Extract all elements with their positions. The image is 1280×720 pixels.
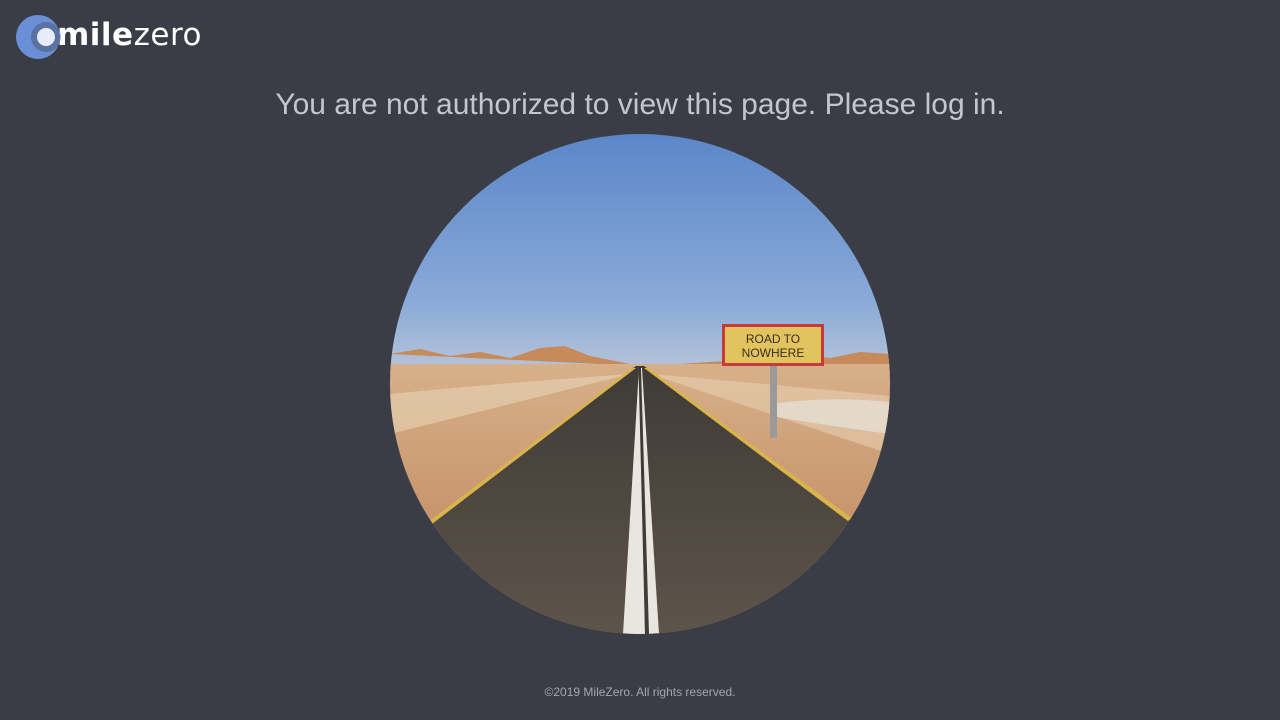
unauthorized-message: You are not authorized to view this page… [275, 88, 1005, 121]
sign-text-line1: ROAD TO [746, 332, 800, 346]
sign-text-line2: NOWHERE [742, 346, 805, 360]
logo-text-mile: mile [57, 17, 134, 53]
footer-copyright: ©2019 MileZero. All rights reserved. [544, 685, 736, 699]
logo-text-zero: zero [133, 17, 202, 53]
logo-mark-icon [15, 14, 61, 60]
milezero-logo[interactable]: milezero [15, 14, 202, 60]
logo-wordmark: milezero [57, 12, 202, 58]
road-to-nowhere-image: ROAD TO NOWHERE [390, 134, 890, 634]
